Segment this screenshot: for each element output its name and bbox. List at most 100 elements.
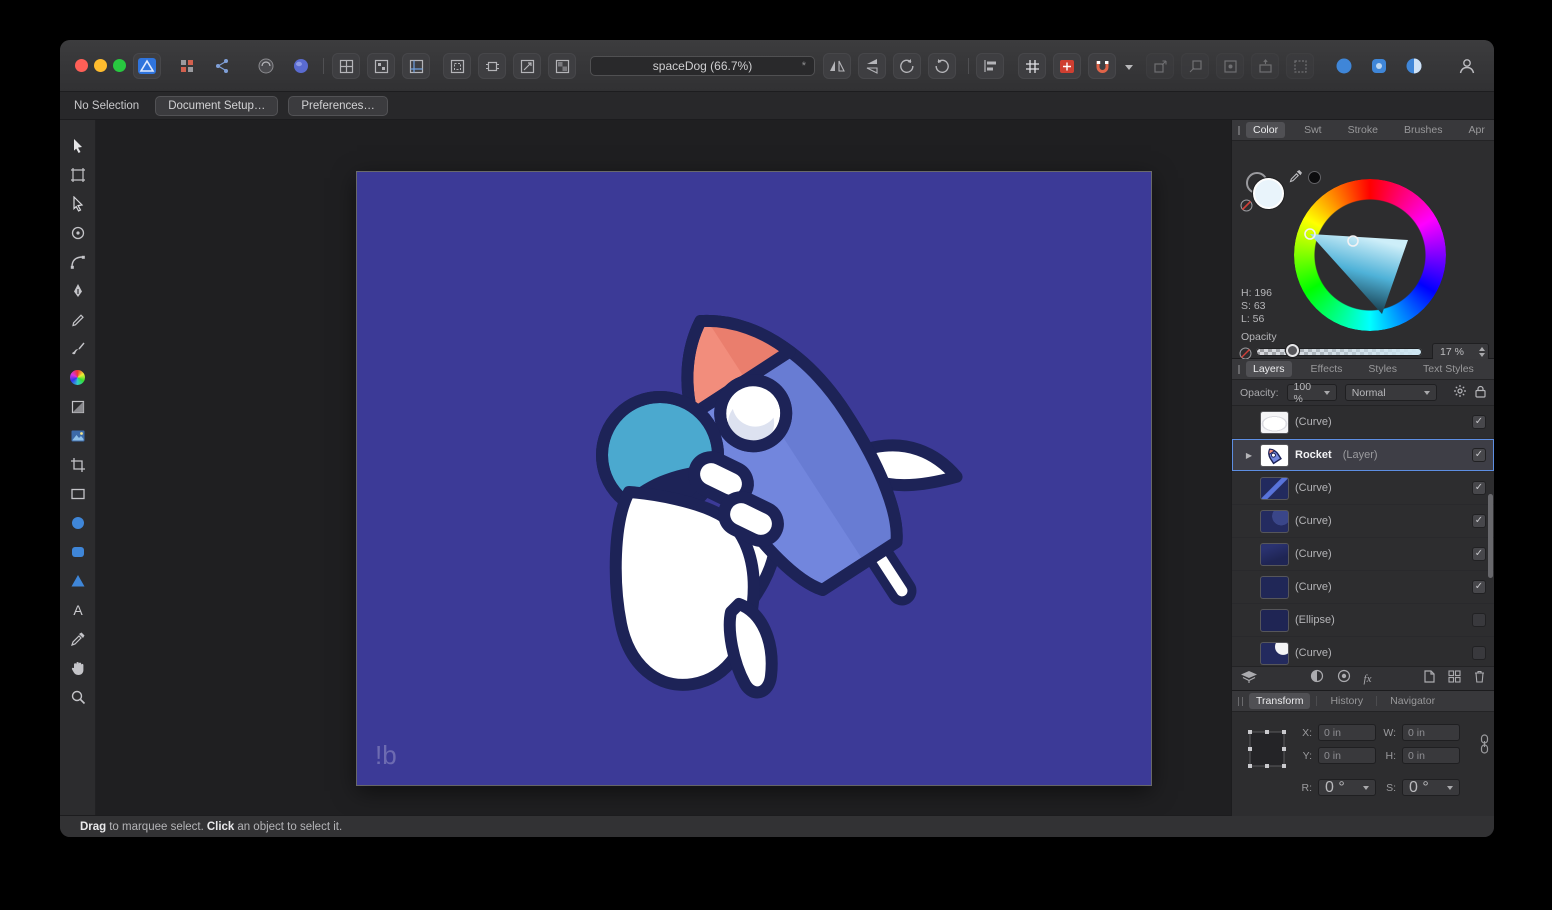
vector-brush-tool[interactable] <box>67 339 89 358</box>
sphere-icon-2[interactable] <box>287 53 315 79</box>
tab-transform[interactable]: Transform <box>1249 693 1310 709</box>
layer-options-icon[interactable] <box>1241 670 1257 688</box>
expand-arrow-icon[interactable]: ▶ <box>1244 451 1254 460</box>
account-icon[interactable] <box>1453 53 1481 79</box>
x-input[interactable] <box>1318 724 1376 741</box>
artboard[interactable]: !b <box>357 172 1151 785</box>
grid-icon[interactable] <box>332 53 360 79</box>
insert-in-front-icon[interactable] <box>1181 53 1209 79</box>
point-transform-tool[interactable] <box>67 223 89 242</box>
insert-on-top-icon[interactable] <box>1251 53 1279 79</box>
layer-visibility-checkbox[interactable]: ✓ <box>1472 646 1486 660</box>
guides-icon[interactable] <box>402 53 430 79</box>
tab-navigator[interactable]: Navigator <box>1383 693 1442 709</box>
fill-color-swatch[interactable] <box>1253 178 1284 209</box>
panel-drag-handle[interactable] <box>1238 697 1243 706</box>
corner-tool[interactable] <box>67 252 89 271</box>
layer-visibility-checkbox[interactable]: ✓ <box>1472 547 1486 561</box>
y-input[interactable] <box>1318 747 1376 764</box>
mask-layer-icon[interactable] <box>1310 669 1324 688</box>
sphere-icon-1[interactable] <box>252 53 280 79</box>
opacity-slider-knob[interactable] <box>1286 344 1299 357</box>
layer-row[interactable]: ▶ Rocket (Layer) <box>1232 439 1494 472</box>
document-setup-button[interactable]: Document Setup… <box>155 96 278 116</box>
view-tool[interactable] <box>67 658 89 677</box>
rotate-ccw-icon[interactable] <box>893 53 921 79</box>
fill-tool[interactable] <box>67 368 89 387</box>
flip-vertical-icon[interactable] <box>858 53 886 79</box>
layer-row[interactable]: (Ellipse) ✓ <box>1232 604 1494 637</box>
h-input[interactable] <box>1402 747 1460 764</box>
tab-text-styles[interactable]: Text Styles <box>1416 361 1481 377</box>
pen-tool[interactable] <box>67 281 89 300</box>
pencil-tool[interactable] <box>67 310 89 329</box>
blend-mode-dropdown[interactable]: Normal <box>1345 384 1437 401</box>
layer-visibility-checkbox[interactable]: ✓ <box>1472 613 1486 627</box>
pixel-grid-icon[interactable] <box>367 53 395 79</box>
pixel-persona-icon[interactable] <box>173 53 201 79</box>
opacity-stepper[interactable] <box>1479 347 1485 357</box>
layer-visibility-checkbox[interactable]: ✓ <box>1472 415 1486 429</box>
insert-inside-icon[interactable] <box>1216 53 1244 79</box>
no-color-swatch[interactable] <box>1240 199 1253 212</box>
minimize-window-button[interactable] <box>94 59 107 72</box>
canvas-viewport[interactable]: !b <box>96 120 1231 815</box>
alignment-icon[interactable] <box>976 53 1004 79</box>
layer-visibility-checkbox[interactable]: ✓ <box>1472 481 1486 495</box>
layer-row[interactable]: (Curve) ✓ <box>1232 472 1494 505</box>
insert-behind-icon[interactable] <box>1146 53 1174 79</box>
tab-effects[interactable]: Effects <box>1304 361 1350 377</box>
adjustment-layer-icon[interactable] <box>1337 669 1351 688</box>
text-tool[interactable]: A <box>67 600 89 619</box>
place-image-tool[interactable] <box>67 426 89 445</box>
snapping-dropdown-caret[interactable] <box>1123 53 1135 79</box>
tab-styles[interactable]: Styles <box>1361 361 1404 377</box>
panel-drag-handle[interactable] <box>1238 126 1240 135</box>
layer-row[interactable]: (Curve) ✓ <box>1232 637 1494 666</box>
layer-row[interactable]: (Curve) ✓ <box>1232 406 1494 439</box>
margins-icon[interactable] <box>443 53 471 79</box>
group-layers-icon[interactable] <box>1448 670 1461 688</box>
saturation-lightness-triangle[interactable] <box>1294 179 1446 331</box>
color-cycle-icon[interactable] <box>1330 53 1358 79</box>
shear-dropdown[interactable]: 0 ° <box>1402 779 1460 796</box>
tab-layers[interactable]: Layers <box>1246 361 1292 377</box>
rotation-dropdown[interactable]: 0 ° <box>1318 779 1376 796</box>
replace-selection-icon[interactable] <box>1286 53 1314 79</box>
node-tool[interactable] <box>67 194 89 213</box>
layers-opacity-dropdown[interactable]: 100 % <box>1287 384 1337 401</box>
zoom-tool[interactable] <box>67 687 89 706</box>
layer-row[interactable]: (Curve) ✓ <box>1232 505 1494 538</box>
flip-horizontal-icon[interactable] <box>823 53 851 79</box>
zoom-window-button[interactable] <box>113 59 126 72</box>
document-title-dropdown[interactable]: spaceDog (66.7%) * <box>590 56 815 76</box>
swatch-icon[interactable] <box>1365 53 1393 79</box>
affinity-designer-logo[interactable] <box>133 53 161 79</box>
panel-drag-handle[interactable] <box>1238 365 1240 374</box>
layer-visibility-checkbox[interactable]: ✓ <box>1472 580 1486 594</box>
triangle-tool[interactable] <box>67 571 89 590</box>
color-picker-tool[interactable] <box>67 629 89 648</box>
tab-color[interactable]: Color <box>1246 122 1285 138</box>
layer-row[interactable]: (Curve) ✓ <box>1232 571 1494 604</box>
tab-stroke[interactable]: Stroke <box>1341 122 1385 138</box>
link-dimensions-icon[interactable] <box>1480 734 1489 759</box>
tab-stock[interactable]: Stock <box>1493 361 1494 377</box>
preferences-button[interactable]: Preferences… <box>288 96 388 116</box>
move-tool[interactable] <box>67 136 89 155</box>
layer-effects-icon[interactable]: fx <box>1364 673 1372 685</box>
clip-canvas-icon[interactable] <box>513 53 541 79</box>
delete-layer-icon[interactable] <box>1474 670 1485 688</box>
layer-visibility-checkbox[interactable]: ✓ <box>1472 448 1486 462</box>
rectangle-tool[interactable] <box>67 484 89 503</box>
transparency-tool[interactable] <box>67 397 89 416</box>
tab-swatches[interactable]: Swt <box>1297 122 1329 138</box>
w-input[interactable] <box>1402 724 1460 741</box>
close-window-button[interactable] <box>75 59 88 72</box>
artboard-tool[interactable] <box>67 165 89 184</box>
ellipse-tool[interactable] <box>67 513 89 532</box>
rounded-rectangle-tool[interactable] <box>67 542 89 561</box>
show-grid-icon[interactable] <box>1018 53 1046 79</box>
new-layer-icon[interactable] <box>1424 670 1435 688</box>
tab-history[interactable]: History <box>1323 693 1370 709</box>
